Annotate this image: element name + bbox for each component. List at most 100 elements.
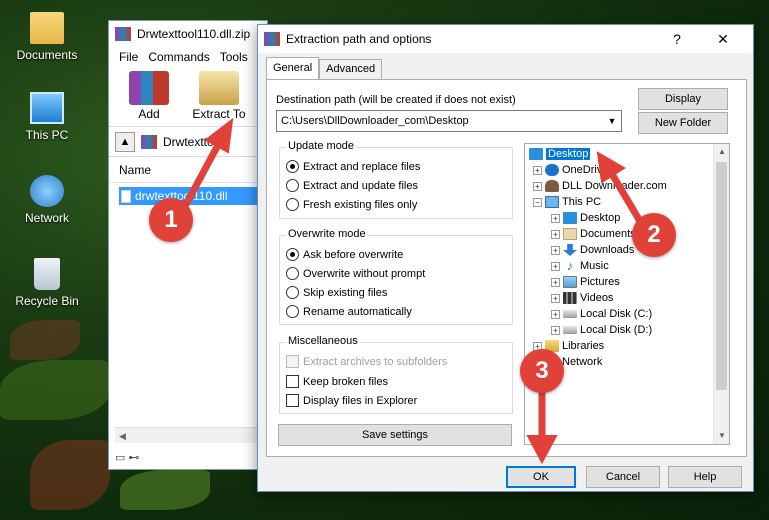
horizontal-scrollbar[interactable]: ◀: [115, 427, 267, 443]
tree-item-desktop[interactable]: Desktop: [529, 146, 591, 162]
radio-overwrite-without-prompt[interactable]: Overwrite without prompt: [286, 267, 425, 280]
desktop-icon-documents[interactable]: Documents: [8, 12, 86, 62]
background-leaf: [0, 360, 110, 420]
column-name-header[interactable]: Name: [109, 157, 267, 183]
file-icon: [121, 189, 131, 203]
update-mode-title: Update mode: [286, 140, 357, 152]
expand-icon[interactable]: +: [551, 245, 560, 255]
tree-item-this-pc[interactable]: − This PC: [533, 194, 601, 210]
downloads-icon: [563, 244, 577, 256]
radio-ask-before-overwrite[interactable]: Ask before overwrite: [286, 248, 403, 261]
scroll-up-icon[interactable]: ▲: [714, 144, 730, 160]
general-panel: Destination path (will be created if doe…: [266, 79, 747, 457]
tree-item-documents[interactable]: + Documents: [551, 226, 636, 242]
overwrite-mode-group: Overwrite mode Ask before overwrite Over…: [279, 228, 513, 325]
help-icon[interactable]: ?: [655, 25, 699, 53]
option-label: Rename automatically: [303, 305, 412, 318]
radio-button[interactable]: [286, 160, 299, 173]
menu-file[interactable]: File: [119, 50, 138, 64]
collapse-icon[interactable]: −: [533, 197, 542, 207]
cancel-button[interactable]: Cancel: [586, 466, 660, 488]
scrollbar-thumb[interactable]: [716, 162, 727, 390]
up-folder-icon[interactable]: ▲: [115, 131, 135, 152]
menu-commands[interactable]: Commands: [148, 50, 209, 64]
radio-button[interactable]: [286, 267, 299, 280]
destination-label: Destination path (will be created if doe…: [276, 94, 516, 106]
tree-item-downloads[interactable]: + Downloads: [551, 242, 634, 258]
save-settings-button[interactable]: Save settings: [278, 424, 512, 446]
tab-advanced[interactable]: Advanced: [319, 59, 383, 79]
tree-item-label: Downloads: [580, 244, 635, 256]
radio-extract-update[interactable]: Extract and update files: [286, 179, 418, 192]
destination-path-combo[interactable]: C:\Users\DllDownloader_com\Desktop ▼: [276, 110, 622, 132]
tree-item-dll-downloader[interactable]: + DLL Downloader.com: [533, 178, 667, 194]
folder-icon: [30, 12, 64, 44]
tree-item-music[interactable]: + ♪ Music: [551, 258, 609, 274]
checkbox[interactable]: [286, 394, 299, 407]
expand-icon[interactable]: +: [533, 165, 542, 175]
tree-item-videos[interactable]: + Videos: [551, 290, 613, 306]
archive-icon: [141, 134, 157, 149]
expand-icon[interactable]: +: [551, 213, 560, 223]
add-archive-icon: [129, 71, 169, 105]
tree-item-label: DLL Downloader.com: [562, 180, 667, 192]
tree-vertical-scrollbar[interactable]: ▲ ▼: [713, 144, 729, 444]
expand-icon[interactable]: +: [551, 325, 560, 335]
option-label: Extract archives to subfolders: [303, 355, 448, 368]
radio-skip-existing[interactable]: Skip existing files: [286, 286, 387, 299]
add-button[interactable]: Add: [119, 71, 179, 122]
computer-icon: [30, 92, 64, 124]
close-icon[interactable]: ✕: [701, 25, 745, 53]
extract-to-button[interactable]: Extract To: [189, 71, 249, 122]
recycle-bin-icon: [34, 258, 60, 290]
check-keep-broken-files[interactable]: Keep broken files: [286, 375, 388, 388]
expand-icon[interactable]: +: [533, 181, 542, 191]
folder-tree[interactable]: Desktop + OneDrive + DLL Downloader.com …: [524, 143, 730, 445]
computer-icon: [545, 196, 559, 208]
desktop-icon-network[interactable]: Network: [8, 175, 86, 225]
tree-item-pc-desktop[interactable]: + Desktop: [551, 210, 620, 226]
tree-item-pictures[interactable]: + Pictures: [551, 274, 620, 290]
option-label: Skip existing files: [303, 286, 388, 299]
expand-icon[interactable]: +: [551, 293, 560, 303]
extract-to-icon: [199, 71, 239, 105]
expand-icon[interactable]: +: [551, 261, 560, 271]
desktop-icon-recycle-bin[interactable]: Recycle Bin: [8, 258, 86, 308]
chevron-down-icon[interactable]: ▼: [603, 111, 621, 131]
new-folder-button[interactable]: New Folder: [638, 112, 728, 134]
ok-button[interactable]: OK: [506, 466, 576, 488]
help-button[interactable]: Help: [668, 466, 742, 488]
check-extract-to-subfolders: Extract archives to subfolders: [286, 355, 447, 368]
scroll-down-icon[interactable]: ▼: [714, 428, 730, 444]
menu-tools[interactable]: Tools: [220, 50, 248, 64]
tree-item-local-disk-c[interactable]: + Local Disk (C:): [551, 306, 652, 322]
user-icon: [545, 180, 559, 192]
file-row[interactable]: drwtexttool110.dll: [119, 187, 263, 205]
radio-button[interactable]: [286, 286, 299, 299]
extract-to-label: Extract To: [192, 107, 246, 121]
radio-rename-automatically[interactable]: Rename automatically: [286, 305, 412, 318]
tree-item-onedrive[interactable]: + OneDrive: [533, 162, 608, 178]
drive-icon: [563, 310, 577, 318]
videos-icon: [563, 292, 577, 304]
radio-button[interactable]: [286, 248, 299, 261]
step-marker-1: 1: [149, 198, 193, 242]
expand-icon[interactable]: +: [551, 277, 560, 287]
check-display-in-explorer[interactable]: Display files in Explorer: [286, 394, 417, 407]
desktop-icon-label: This PC: [25, 128, 69, 142]
checkbox[interactable]: [286, 375, 299, 388]
radio-button[interactable]: [286, 198, 299, 211]
option-label: Display files in Explorer: [303, 394, 418, 407]
expand-icon[interactable]: +: [551, 309, 560, 319]
desktop-icon: [563, 212, 577, 224]
expand-icon[interactable]: +: [551, 229, 560, 239]
tree-item-local-disk-d[interactable]: + Local Disk (D:): [551, 322, 652, 338]
radio-fresh-existing[interactable]: Fresh existing files only: [286, 198, 417, 211]
tab-general[interactable]: General: [266, 57, 320, 79]
radio-extract-replace[interactable]: Extract and replace files: [286, 160, 420, 173]
radio-button[interactable]: [286, 305, 299, 318]
radio-button[interactable]: [286, 179, 299, 192]
tree-item-label: Documents: [580, 228, 636, 240]
display-button[interactable]: Display: [638, 88, 728, 110]
desktop-icon-this-pc[interactable]: This PC: [8, 92, 86, 142]
